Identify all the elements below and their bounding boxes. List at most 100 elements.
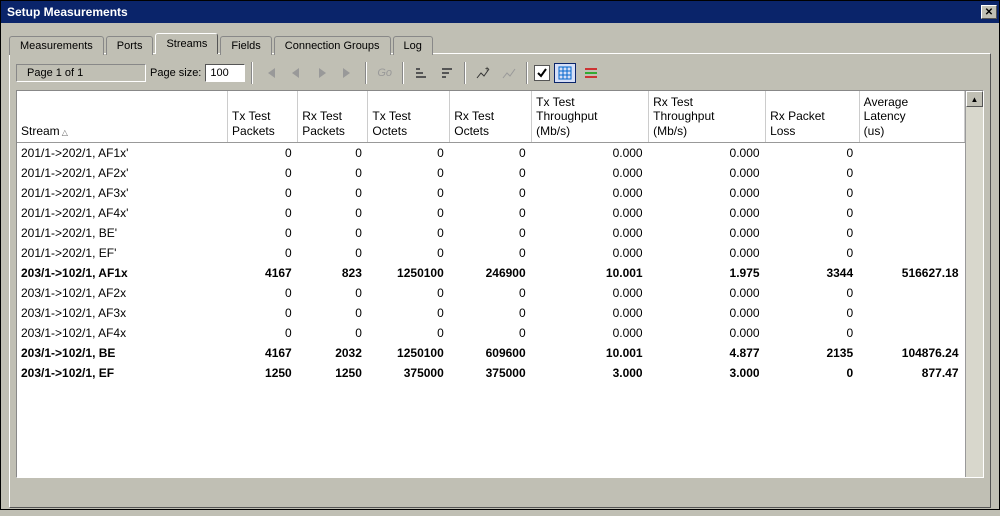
column-header[interactable]: Rx TestThroughput(Mb/s): [649, 91, 766, 143]
cell: 246900: [450, 263, 532, 283]
separator: [526, 62, 528, 84]
table-row[interactable]: 201/1->202/1, AF4x'00000.0000.0000: [17, 203, 965, 223]
cell: 203/1->102/1, AF2x: [17, 283, 228, 303]
cell: 0: [368, 243, 450, 263]
cell: 0: [766, 163, 860, 183]
sort-desc-icon[interactable]: [436, 63, 458, 83]
column-header[interactable]: Stream△: [17, 91, 228, 143]
table-row[interactable]: 201/1->202/1, AF1x'00000.0000.0000: [17, 143, 965, 164]
cell: [859, 323, 964, 343]
column-header[interactable]: Tx TestPackets: [228, 91, 298, 143]
tab-measurements[interactable]: Measurements: [9, 36, 104, 55]
cell: 0: [298, 223, 368, 243]
cell: 0: [766, 143, 860, 164]
table-row[interactable]: 203/1->102/1, BE41672032125010060960010.…: [17, 343, 965, 363]
table-row[interactable]: 201/1->202/1, AF2x'00000.0000.0000: [17, 163, 965, 183]
tab-ports[interactable]: Ports: [106, 36, 154, 55]
streams-table: Stream△Tx TestPacketsRx TestPacketsTx Te…: [17, 91, 965, 383]
chart-remove-icon[interactable]: [498, 63, 520, 83]
cell: 0: [228, 303, 298, 323]
column-header[interactable]: AverageLatency(us): [859, 91, 964, 143]
cell: 0: [228, 323, 298, 343]
cell: 0: [766, 323, 860, 343]
last-page-icon[interactable]: [337, 63, 359, 83]
cell: 0.000: [532, 143, 649, 164]
first-page-icon[interactable]: [259, 63, 281, 83]
cell: 0.000: [649, 243, 766, 263]
separator: [365, 62, 367, 84]
cell: 0: [228, 163, 298, 183]
prev-page-icon[interactable]: [285, 63, 307, 83]
cell: 823: [298, 263, 368, 283]
toggle-checkbox[interactable]: [534, 65, 550, 81]
separator: [464, 62, 466, 84]
cell: 2135: [766, 343, 860, 363]
cell: 0: [228, 223, 298, 243]
column-header[interactable]: Rx PacketLoss: [766, 91, 860, 143]
separator: [251, 62, 253, 84]
cell: 201/1->202/1, AF3x': [17, 183, 228, 203]
cell: [859, 203, 964, 223]
cell: 877.47: [859, 363, 964, 383]
cell: 201/1->202/1, AF2x': [17, 163, 228, 183]
cell: 0: [450, 203, 532, 223]
window-title: Setup Measurements: [7, 5, 128, 19]
cell: 0.000: [532, 163, 649, 183]
cell: 1250: [298, 363, 368, 383]
column-header[interactable]: Rx TestPackets: [298, 91, 368, 143]
cell: 0: [368, 223, 450, 243]
cell: 0.000: [649, 163, 766, 183]
cell: 375000: [450, 363, 532, 383]
cell: 201/1->202/1, AF4x': [17, 203, 228, 223]
cell: 201/1->202/1, AF1x': [17, 143, 228, 164]
tab-log[interactable]: Log: [393, 36, 433, 55]
tab-streams[interactable]: Streams: [155, 33, 218, 54]
column-header[interactable]: Tx TestOctets: [368, 91, 450, 143]
cell: 4167: [228, 343, 298, 363]
next-page-icon[interactable]: [311, 63, 333, 83]
cell: 203/1->102/1, BE: [17, 343, 228, 363]
cell: 201/1->202/1, EF': [17, 243, 228, 263]
sort-asc-icon[interactable]: [410, 63, 432, 83]
table-row[interactable]: 203/1->102/1, AF2x00000.0000.0000: [17, 283, 965, 303]
cell: 0.000: [532, 283, 649, 303]
cell: 0: [766, 183, 860, 203]
cell: 375000: [368, 363, 450, 383]
grid-view-icon[interactable]: [554, 63, 576, 83]
table-row[interactable]: 203/1->102/1, AF3x00000.0000.0000: [17, 303, 965, 323]
cell: 0: [450, 243, 532, 263]
tab-label: Streams: [166, 38, 207, 50]
chart-add-icon[interactable]: +: [472, 63, 494, 83]
cell: 0: [368, 163, 450, 183]
cell: 0: [450, 163, 532, 183]
tab-connection-groups[interactable]: Connection Groups: [274, 36, 391, 55]
page-size-input[interactable]: [205, 64, 245, 82]
cell: 0: [368, 143, 450, 164]
vertical-scrollbar[interactable]: ▲: [965, 91, 983, 477]
go-button[interactable]: Go: [373, 63, 396, 83]
tab-fields[interactable]: Fields: [220, 36, 271, 55]
cell: 4.877: [649, 343, 766, 363]
table-row[interactable]: 203/1->102/1, EF125012503750003750003.00…: [17, 363, 965, 383]
table-row[interactable]: 203/1->102/1, AF1x4167823125010024690010…: [17, 263, 965, 283]
tab-label: Measurements: [20, 40, 93, 52]
table-row[interactable]: 201/1->202/1, EF'00000.0000.0000: [17, 243, 965, 263]
list-view-icon[interactable]: [580, 63, 602, 83]
sort-asc-icon: △: [62, 128, 68, 137]
close-icon[interactable]: ✕: [981, 5, 997, 19]
scroll-track[interactable]: [966, 107, 983, 477]
table-row[interactable]: 201/1->202/1, BE'00000.0000.0000: [17, 223, 965, 243]
streams-panel: Page 1 of 1 Page size: Go: [9, 53, 991, 508]
separator: [402, 62, 404, 84]
cell: 0.000: [649, 183, 766, 203]
table-row[interactable]: 201/1->202/1, AF3x'00000.0000.0000: [17, 183, 965, 203]
scroll-up-icon[interactable]: ▲: [966, 91, 983, 107]
page-status-label: Page 1 of 1: [16, 64, 146, 82]
cell: [859, 143, 964, 164]
cell: [859, 243, 964, 263]
column-header[interactable]: Tx TestThroughput(Mb/s): [532, 91, 649, 143]
column-header[interactable]: Rx TestOctets: [450, 91, 532, 143]
titlebar: Setup Measurements ✕: [1, 1, 999, 23]
table-row[interactable]: 203/1->102/1, AF4x00000.0000.0000: [17, 323, 965, 343]
cell: 4167: [228, 263, 298, 283]
